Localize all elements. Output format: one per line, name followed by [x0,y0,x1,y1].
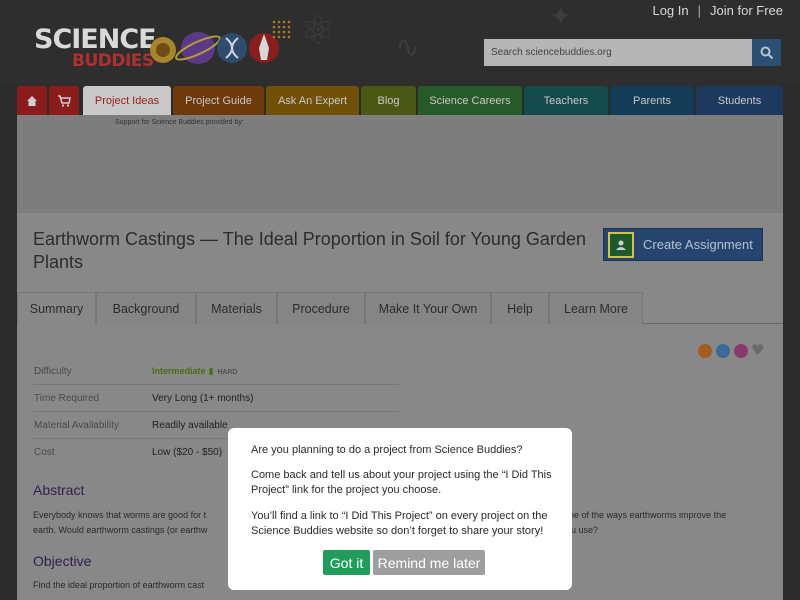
sponsor-label: Support for Science Buddies provided by: [115,119,244,126]
time-label: Time Required [34,393,100,404]
tab-help[interactable]: Help [491,292,549,324]
nav-cart[interactable] [49,86,79,115]
material-value: Readily available [152,420,228,431]
summary-row-difficulty: Difficulty Intermediate ▮ HARD [33,358,399,385]
tab-label: Learn More [564,301,628,316]
tab-make-it-your-own[interactable]: Make It Your Own [365,292,491,324]
abstract-text-part: Everybody knows that worms are good for … [33,510,207,520]
time-value: Very Long (1+ months) [152,393,254,404]
share-icon[interactable] [698,344,712,358]
tab-label: Background [112,301,180,316]
nav-parents[interactable]: Parents [610,86,694,115]
tab-label: Summary [29,302,84,316]
abstract-text-part: earth. Would earthworm castings (or eart… [33,525,208,535]
sponsor-bar: Support for Science Buddies provided by: [17,115,783,213]
background-atom-doodle: ⚛ [300,8,336,54]
print-icon[interactable] [734,344,748,358]
nav-label: Ask An Expert [277,94,348,107]
logo-icons [150,20,291,64]
abstract-text-part: u use? [571,525,599,535]
page-title: Earthworm Castings — The Ideal Proportio… [33,229,586,272]
difficulty-level: Intermediate [152,366,206,376]
nav-label: Project Guide [185,94,252,107]
cost-label: Cost [34,447,55,458]
tab-learn-more[interactable]: Learn More [549,292,643,324]
search-input[interactable] [484,39,752,66]
difficulty-hard-label: HARD [217,369,238,376]
nav-label: Parents [633,94,671,107]
science-buddies-logo[interactable]: SCIENCE BUDDIES [34,20,294,76]
abstract-text-part: one of the ways earthworms improve the [564,510,727,520]
search-bar [484,39,781,66]
summary-row-time: Time Required Very Long (1+ months) [33,385,399,412]
nav-label: Teachers [543,94,589,107]
cart-icon [58,94,71,107]
nav-project-ideas[interactable]: Project Ideas [83,86,171,115]
nav-ask-an-expert[interactable]: Ask An Expert [266,86,359,115]
got-it-button[interactable]: Got it [323,550,370,575]
nav-label: Blog [377,94,400,107]
tab-label: Materials [211,301,262,316]
tab-label: Make It Your Own [378,301,478,316]
abstract-heading: Abstract [33,482,85,498]
join-link[interactable]: Join for Free [710,3,783,18]
email-icon[interactable] [716,344,730,358]
nav-home[interactable] [17,86,47,115]
nav-label: Students [717,94,762,107]
modal-reminder: You’ll find a link to “I Did This Projec… [251,510,548,537]
tab-materials[interactable]: Materials [196,292,277,324]
nav-label: Project Ideas [94,94,160,107]
nav-blog[interactable]: Blog [361,86,416,115]
objective-heading: Objective [33,553,92,569]
modal-message: Come back and tell us about your project… [251,469,552,496]
login-link[interactable]: Log In [652,3,688,18]
link-separator: | [697,3,702,18]
nav-label: Science Careers [429,94,511,107]
tab-label: Procedure [292,301,350,316]
nav-students[interactable]: Students [696,86,783,115]
difficulty-value: Intermediate ▮ HARD [152,366,237,377]
background-doodle: ∿ [395,30,421,65]
difficulty-bars-icon: ▮ [208,366,214,376]
i-did-this-project-modal: Are you planning to do a project from Sc… [228,428,572,590]
create-assignment-button[interactable]: Create Assignment [603,228,763,261]
home-icon [27,95,37,106]
nav-project-guide[interactable]: Project Guide [173,86,264,115]
heart-icon[interactable]: ♥ [751,341,764,359]
difficulty-label: Difficulty [34,366,72,377]
site-header: ⚛ ∿ ✦ SCIENCE BUDDIES Log In | Join for Fr… [0,0,800,86]
modal-question: Are you planning to do a project from Sc… [251,444,523,456]
google-classroom-icon [608,231,634,258]
material-label: Material Availability [34,420,119,431]
logo-text-buddies: BUDDIES [72,51,154,71]
nav-teachers[interactable]: Teachers [524,86,608,115]
search-button[interactable] [752,39,781,66]
nav-science-careers[interactable]: Science Careers [418,86,522,115]
tab-label: Help [507,301,533,316]
tab-summary[interactable]: Summary [17,292,96,325]
account-links: Log In | Join for Free [652,3,783,18]
remind-me-later-button[interactable]: Remind me later [373,550,485,575]
tab-procedure[interactable]: Procedure [277,292,365,324]
main-nav: Project Ideas Project Guide Ask An Exper… [17,86,783,115]
background-doodle: ✦ [550,2,572,32]
search-icon [760,46,773,59]
tab-background[interactable]: Background [96,292,196,324]
create-assignment-label: Create Assignment [643,237,753,252]
cost-value: Low ($20 - $50) [152,447,223,458]
